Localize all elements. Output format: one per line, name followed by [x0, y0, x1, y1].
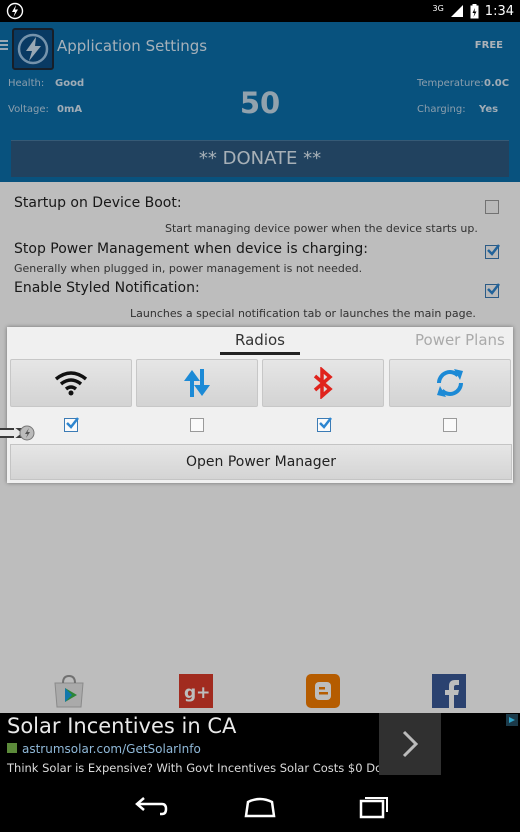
active-tab-indicator [220, 352, 300, 355]
ad-info-icon[interactable] [506, 714, 518, 726]
setting-startup-title: Startup on Device Boot: [14, 195, 182, 211]
setting-startup-checkbox[interactable] [485, 200, 499, 214]
network-type: 3G [432, 3, 444, 13]
wifi-icon [54, 371, 88, 396]
wifi-checkbox[interactable] [64, 417, 79, 432]
ad-banner[interactable]: Solar Incentives in CA astrumsolar.com/G… [0, 713, 520, 780]
setting-notification-checkbox[interactable] [485, 283, 500, 298]
tab-power-plans[interactable]: Power Plans [415, 331, 505, 349]
widget-side-handle-icon[interactable] [0, 425, 36, 441]
sync-icon [437, 369, 463, 397]
setting-charging-checkbox[interactable] [485, 244, 500, 259]
battery-icon [470, 3, 479, 18]
recent-apps-icon[interactable] [353, 794, 393, 820]
app-logo-icon[interactable] [12, 28, 54, 70]
ad-open-button[interactable] [379, 713, 441, 775]
sync-checkbox[interactable] [443, 418, 457, 432]
home-icon[interactable] [240, 794, 280, 820]
mobile-data-toggle-button[interactable] [136, 359, 258, 407]
svg-text:g+: g+ [184, 683, 210, 703]
mobile-data-checkbox[interactable] [190, 418, 204, 432]
clock: 1:34 [484, 3, 514, 19]
setting-charging-title: Stop Power Management when device is cha… [14, 241, 368, 257]
app-notification-icon [6, 2, 24, 20]
bluetooth-toggle-button[interactable] [262, 359, 384, 407]
ad-headline[interactable]: Solar Incentives in CA [7, 714, 236, 738]
setting-charging-subtitle: Generally when plugged in, power managem… [14, 262, 363, 275]
blogger-icon[interactable] [306, 674, 340, 708]
setting-startup-subtitle: Start managing device power when the dev… [165, 222, 478, 235]
open-power-manager-button[interactable]: Open Power Manager [10, 444, 512, 480]
power-widget-popup: Radios Power Plans Open Power Manager [7, 327, 513, 483]
facebook-icon[interactable] [432, 674, 466, 708]
google-plus-icon[interactable]: g+ [179, 674, 213, 708]
back-icon[interactable] [130, 794, 170, 820]
page-title: Application Settings [57, 37, 208, 55]
status-bar: 3G 1:34 [0, 0, 520, 22]
signal-icon [450, 5, 463, 17]
app-header: Application Settings FREE Health: Good V… [0, 22, 520, 182]
chevron-right-icon [402, 730, 419, 758]
charging-label: Charging: [417, 104, 466, 115]
wifi-toggle-button[interactable] [10, 359, 132, 407]
setting-notification-subtitle: Launches a special notification tab or l… [130, 307, 476, 320]
donate-button[interactable]: ** DONATE ** [11, 140, 509, 177]
bluetooth-icon [313, 367, 333, 399]
settings-list: Startup on Device Boot: Start managing d… [0, 182, 520, 328]
temperature-value: 0.0C [484, 78, 510, 89]
ad-description: Think Solar is Expensive? With Govt Ince… [7, 761, 399, 775]
navigation-bar [0, 780, 520, 832]
setting-notification-title: Enable Styled Notification: [14, 280, 200, 296]
ad-favicon-icon [7, 743, 17, 753]
sync-toggle-button[interactable] [389, 359, 511, 407]
temperature-label: Temperature: [417, 78, 484, 89]
free-badge: FREE [474, 40, 503, 51]
bluetooth-checkbox[interactable] [317, 417, 332, 432]
mobile-data-icon [184, 369, 210, 397]
drawer-icon[interactable] [0, 40, 8, 50]
tab-radios[interactable]: Radios [220, 331, 300, 349]
status-indicators: 3G 1:34 [432, 2, 514, 20]
ad-url[interactable]: astrumsolar.com/GetSolarInfo [22, 742, 201, 756]
charging-value: Yes [479, 104, 499, 115]
google-play-icon[interactable] [52, 674, 86, 708]
